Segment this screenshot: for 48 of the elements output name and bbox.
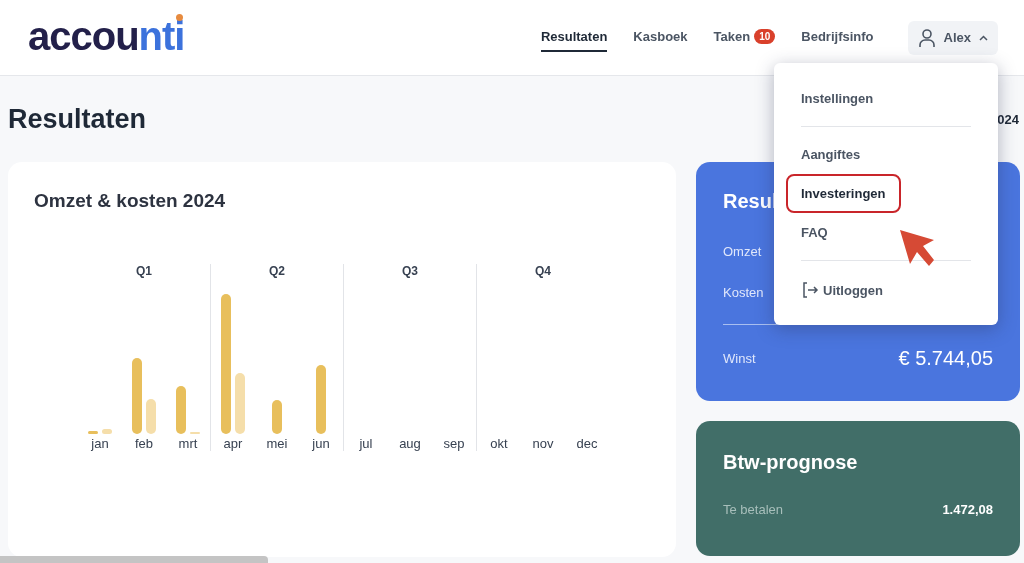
quarter-label: Q1	[135, 264, 153, 280]
cost-bar	[235, 373, 245, 434]
month-label: mei	[266, 436, 288, 451]
menu-item[interactable]: Aangiftes	[786, 135, 876, 174]
row-value: 1.472,08	[942, 502, 993, 517]
total-value: € 5.744,05	[898, 347, 993, 370]
revenue-bar	[176, 386, 186, 434]
month-label: jan	[91, 436, 109, 451]
menu-item[interactable]: Instellingen	[786, 79, 889, 118]
menu-item[interactable]: Investeringen	[786, 174, 901, 213]
month-label: nov	[532, 436, 554, 451]
month-label: aug	[399, 436, 421, 451]
row-label: Kosten	[723, 285, 764, 300]
month-label: feb	[134, 436, 154, 451]
month-label: jul	[359, 436, 373, 451]
logo: accounti	[28, 15, 184, 56]
nav-tab[interactable]: Bedrijfsinfo	[801, 23, 874, 52]
page-title: Resultaten	[8, 103, 147, 135]
logout-item[interactable]: Uitloggen	[786, 269, 898, 311]
month-label: dec	[576, 436, 598, 451]
nav-tab[interactable]: Taken 10	[713, 23, 776, 52]
month-label: okt	[490, 436, 508, 451]
row-label: Te betalen	[723, 502, 783, 517]
cost-bar	[102, 429, 112, 434]
revenue-bar	[88, 431, 98, 434]
month-label: jun	[312, 436, 330, 451]
scrollbar[interactable]	[0, 556, 268, 563]
card-title: Btw-prognose	[723, 451, 858, 474]
user-icon	[917, 27, 936, 48]
logout-icon	[801, 281, 819, 299]
month-label: sep	[443, 436, 465, 451]
user-menu-button[interactable]: Alex	[907, 20, 998, 55]
quarter-label: Q4	[534, 264, 552, 280]
quarter-label: Q2	[268, 264, 286, 280]
menu-item[interactable]: FAQ	[786, 213, 843, 252]
month-label: mrt	[178, 436, 198, 451]
count-badge: 10	[754, 29, 776, 44]
total-label: Winst	[723, 351, 756, 366]
chart-title: Omzet & kosten 2024	[34, 190, 227, 212]
month-label: apr	[223, 436, 243, 451]
row-label: Omzet	[723, 244, 762, 259]
nav-tab[interactable]: Kasboek	[633, 23, 688, 52]
quarter-label: Q3	[401, 264, 419, 280]
period-label: 024	[997, 111, 1019, 127]
revenue-bar	[272, 400, 282, 434]
nav-tab[interactable]: Resultaten	[540, 23, 608, 52]
revenue-bar	[316, 365, 326, 434]
cost-bar	[146, 399, 156, 434]
